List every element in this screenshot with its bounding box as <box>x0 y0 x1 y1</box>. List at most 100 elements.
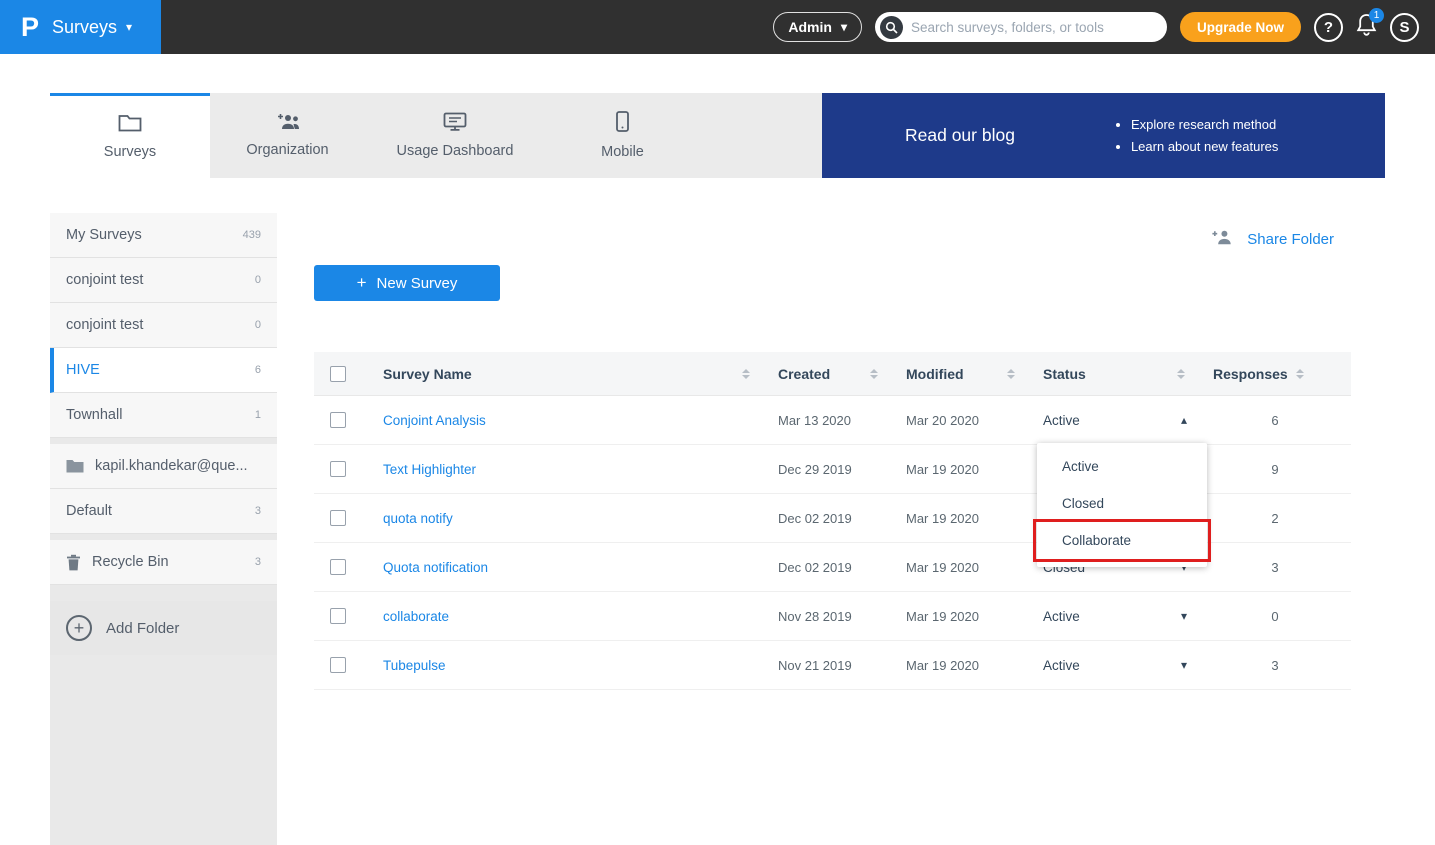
responses-cell: 6 <box>1199 413 1351 428</box>
sidebar-item-conjoint-test-1[interactable]: conjoint test 0 <box>50 258 277 303</box>
survey-name-link[interactable]: Conjoint Analysis <box>383 413 486 428</box>
select-all-checkbox[interactable] <box>330 366 346 382</box>
sort-icon[interactable] <box>870 369 878 379</box>
global-search <box>875 12 1167 42</box>
mobile-icon <box>616 111 629 136</box>
created-cell: Nov 21 2019 <box>764 658 892 673</box>
blog-banner[interactable]: Read our blog Explore research method Le… <box>822 93 1385 178</box>
column-header-survey-name[interactable]: Survey Name <box>369 366 764 382</box>
sidebar-item-default[interactable]: Default 3 <box>50 489 277 534</box>
sidebar-item-my-surveys[interactable]: My Surveys 439 <box>50 213 277 258</box>
folder-label: conjoint test <box>66 272 255 288</box>
sidebar-item-hive[interactable]: HIVE 6 <box>50 348 277 393</box>
avatar-initial: S <box>1399 19 1409 36</box>
survey-name-link[interactable]: Text Highlighter <box>383 462 476 477</box>
status-option-closed[interactable]: Closed <box>1037 485 1207 522</box>
admin-menu-button[interactable]: Admin ▾ <box>773 12 862 42</box>
topbar-right-cluster: Admin ▾ Upgrade Now ? 1 S <box>773 12 1419 42</box>
tabs-filler <box>700 93 822 178</box>
column-label: Created <box>778 366 830 382</box>
column-header-responses[interactable]: Responses <box>1199 366 1351 382</box>
modified-cell: Mar 19 2020 <box>892 609 1029 624</box>
sidebar-item-conjoint-test-2[interactable]: conjoint test 0 <box>50 303 277 348</box>
survey-name-link[interactable]: quota notify <box>383 511 453 526</box>
topbar: P Surveys ▾ Admin ▾ Upgrade Now ? 1 S <box>0 0 1435 54</box>
tab-usage-dashboard[interactable]: Usage Dashboard <box>365 93 545 178</box>
plus-icon: + <box>74 619 85 637</box>
sort-icon[interactable] <box>1007 369 1015 379</box>
row-checkbox[interactable] <box>330 559 346 575</box>
responses-cell: 2 <box>1199 511 1351 526</box>
sidebar-item-townhall[interactable]: Townhall 1 <box>50 393 277 438</box>
account-avatar[interactable]: S <box>1390 13 1419 42</box>
tab-surveys[interactable]: Surveys <box>50 93 210 178</box>
search-input[interactable] <box>911 20 1162 35</box>
status-label: Active <box>1043 658 1080 673</box>
survey-name-link[interactable]: collaborate <box>383 609 449 624</box>
upgrade-label: Upgrade Now <box>1197 20 1284 35</box>
folder-icon <box>118 114 142 136</box>
share-folder-button[interactable]: Share Folder <box>1210 229 1334 250</box>
tab-label: Surveys <box>104 144 156 160</box>
row-checkbox[interactable] <box>330 510 346 526</box>
sort-icon[interactable] <box>1177 369 1185 379</box>
trash-icon <box>66 554 81 571</box>
survey-name-link[interactable]: Quota notification <box>383 560 488 575</box>
people-add-icon <box>275 113 301 134</box>
created-cell: Dec 02 2019 <box>764 560 892 575</box>
upgrade-now-button[interactable]: Upgrade Now <box>1180 12 1301 42</box>
table-header-row: Survey Name Created Modified Status Resp… <box>314 352 1351 396</box>
table-row: Conjoint Analysis Mar 13 2020 Mar 20 202… <box>314 396 1351 445</box>
notifications-button[interactable]: 1 <box>1356 13 1377 41</box>
column-header-status[interactable]: Status <box>1029 366 1199 382</box>
row-checkbox[interactable] <box>330 608 346 624</box>
product-name: Surveys <box>52 17 117 38</box>
banner-bullet: Explore research method <box>1131 114 1278 136</box>
add-folder-button[interactable]: + Add Folder <box>50 601 277 655</box>
survey-name-link[interactable]: Tubepulse <box>383 658 446 673</box>
modified-cell: Mar 20 2020 <box>892 413 1029 428</box>
status-option-collaborate[interactable]: Collaborate <box>1037 522 1207 559</box>
folder-count: 6 <box>255 364 261 376</box>
folders-sidebar: My Surveys 439 conjoint test 0 conjoint … <box>50 213 277 845</box>
caret-up-icon: ▴ <box>1181 413 1187 427</box>
new-survey-label: New Survey <box>377 275 458 292</box>
plus-icon: + <box>357 273 367 293</box>
sort-icon[interactable] <box>1296 369 1304 379</box>
folder-count: 0 <box>255 319 261 331</box>
status-option-active[interactable]: Active <box>1037 448 1207 485</box>
folder-label: Default <box>66 503 255 519</box>
column-header-modified[interactable]: Modified <box>892 366 1029 382</box>
new-survey-button[interactable]: + New Survey <box>314 265 500 301</box>
column-label: Responses <box>1213 366 1288 382</box>
status-dropdown-trigger[interactable]: Active ▾ <box>1029 658 1199 673</box>
row-checkbox[interactable] <box>330 412 346 428</box>
table-row: collaborate Nov 28 2019 Mar 19 2020 Acti… <box>314 592 1351 641</box>
help-button[interactable]: ? <box>1314 13 1343 42</box>
status-dropdown-trigger[interactable]: Active ▾ <box>1029 609 1199 624</box>
sidebar-item-recycle-bin[interactable]: Recycle Bin 3 <box>50 540 277 585</box>
created-cell: Nov 28 2019 <box>764 609 892 624</box>
tab-label: Mobile <box>601 144 644 160</box>
responses-cell: 0 <box>1199 609 1351 624</box>
sort-icon[interactable] <box>742 369 750 379</box>
product-switcher[interactable]: P Surveys ▾ <box>0 0 161 54</box>
caret-down-icon: ▾ <box>1181 658 1187 672</box>
column-header-created[interactable]: Created <box>764 366 892 382</box>
tab-label: Organization <box>246 142 328 158</box>
folder-label: My Surveys <box>66 227 243 243</box>
search-icon <box>880 16 903 39</box>
sidebar-item-shared-folder[interactable]: kapil.khandekar@que... <box>50 444 277 489</box>
share-folder-label: Share Folder <box>1247 231 1334 248</box>
tab-organization[interactable]: Organization <box>210 93 365 178</box>
row-checkbox[interactable] <box>330 461 346 477</box>
shared-folder-icon <box>66 459 84 473</box>
folder-count: 0 <box>255 274 261 286</box>
primary-nav: Surveys Organization Usage Dashboard Mob… <box>50 93 1385 178</box>
status-label: Active <box>1043 413 1080 428</box>
tab-mobile[interactable]: Mobile <box>545 93 700 178</box>
status-dropdown-trigger[interactable]: Active ▴ <box>1029 413 1199 428</box>
admin-label: Admin <box>788 19 832 35</box>
banner-bullet-list: Explore research method Learn about new … <box>1113 114 1278 158</box>
row-checkbox[interactable] <box>330 657 346 673</box>
